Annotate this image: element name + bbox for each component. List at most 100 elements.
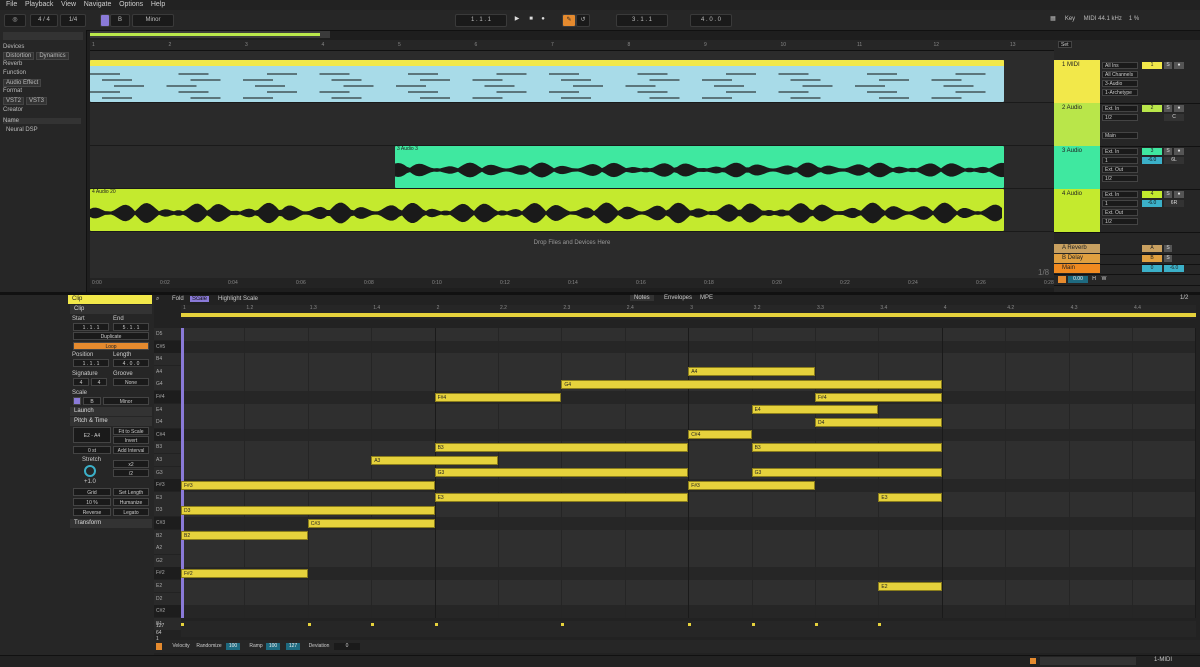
track-pan[interactable]: 6R: [1164, 200, 1184, 207]
piano-key[interactable]: G3: [154, 467, 181, 479]
track-output-channel[interactable]: 1/2: [1102, 175, 1138, 182]
record-arm-icon[interactable]: ●: [1174, 191, 1184, 198]
key-icon[interactable]: ▦: [1048, 14, 1058, 25]
midi-note[interactable]: F#2: [181, 569, 308, 578]
piano-key[interactable]: C#2: [154, 605, 181, 617]
humanize-button[interactable]: Humanize: [113, 498, 149, 506]
track-input[interactable]: All Ins: [1102, 62, 1138, 69]
transform-section[interactable]: Transform: [70, 519, 152, 528]
ramp-end[interactable]: 127: [286, 643, 300, 650]
velocity-marker[interactable]: [688, 623, 691, 626]
track-channel[interactable]: 1: [1102, 200, 1138, 207]
draw-mode-icon[interactable]: ✎: [562, 14, 576, 27]
piano-key[interactable]: B4: [154, 353, 181, 365]
metronome-icon[interactable]: ◎: [4, 14, 26, 27]
loop-length-display[interactable]: 4 . 0 . 0: [690, 14, 732, 27]
midi-label[interactable]: MIDI: [1082, 14, 1098, 25]
piano-keys[interactable]: D5C#5B4A4G4F#4E4D4C#4B3A3G3F#3E3D3C#3B2A…: [154, 328, 181, 618]
midi-note[interactable]: A4: [688, 367, 815, 376]
record-arm-icon[interactable]: ●: [1174, 148, 1184, 155]
clip-section[interactable]: Clip: [70, 305, 152, 314]
midi-note[interactable]: D3: [181, 506, 435, 515]
name-column-header[interactable]: Name: [3, 118, 81, 124]
audio-4-clip[interactable]: 4 Audio 20: [90, 189, 1004, 231]
groove-select[interactable]: None: [113, 378, 149, 386]
start-field[interactable]: 1 . 1 . 1: [73, 323, 109, 331]
time-ruler[interactable]: 0:000:020:040:060:080:100:120:140:160:18…: [90, 278, 1054, 288]
main-volume[interactable]: 0: [1142, 265, 1162, 272]
invert-button[interactable]: Invert: [113, 436, 149, 444]
midi-note[interactable]: C#3: [308, 519, 435, 528]
track-header[interactable]: 1 MIDI: [1054, 60, 1100, 103]
function-filter[interactable]: Function: [3, 70, 26, 76]
drop-zone[interactable]: Drop Files and Devices Here: [90, 232, 1054, 254]
piano-key[interactable]: F#2: [154, 567, 181, 579]
midi-note[interactable]: G4: [561, 380, 941, 389]
grid-quantization[interactable]: 1/2: [1180, 295, 1188, 301]
midi-note[interactable]: G3: [752, 468, 942, 477]
length-field[interactable]: 4 . 0 . 0: [113, 359, 149, 367]
clip-scale-mode[interactable]: Minor: [103, 397, 149, 405]
pitch-time-section[interactable]: Pitch & Time: [70, 417, 152, 426]
deviation-value[interactable]: 0: [334, 643, 360, 650]
legato-button[interactable]: Legato: [113, 508, 149, 516]
menu-help[interactable]: Help: [151, 0, 165, 10]
midi-note[interactable]: D4: [815, 418, 942, 427]
piano-key[interactable]: D3: [154, 504, 181, 516]
humanize-amount[interactable]: 10 %: [73, 498, 111, 506]
chip-audio-effect[interactable]: Audio Effect: [3, 79, 41, 87]
midi-note[interactable]: B2: [181, 531, 308, 540]
piano-key[interactable]: A2: [154, 542, 181, 554]
solo-icon[interactable]: S: [1164, 255, 1172, 262]
stretch-half-button[interactable]: /2: [113, 469, 149, 477]
scale-icon[interactable]: [73, 397, 81, 405]
overview-strip[interactable]: [90, 31, 330, 38]
menu-options[interactable]: Options: [119, 0, 143, 10]
tab-envelopes[interactable]: Envelopes: [660, 295, 696, 301]
tab-mpe[interactable]: MPE: [696, 295, 717, 301]
track-header[interactable]: 4 Audio: [1054, 189, 1100, 232]
piano-key[interactable]: B3: [154, 441, 181, 453]
piano-key[interactable]: C#3: [154, 517, 181, 529]
track-volume[interactable]: -6.0: [1142, 157, 1162, 164]
main-header[interactable]: Main: [1054, 264, 1100, 273]
return-header[interactable]: A Reverb: [1054, 244, 1100, 253]
clip-scale-root[interactable]: B: [83, 397, 101, 405]
position-display[interactable]: 1 . 1 . 1: [455, 14, 507, 27]
velocity-marker[interactable]: [371, 623, 374, 626]
track-number[interactable]: 2: [1142, 105, 1162, 112]
track-output-channel[interactable]: 1/2: [1102, 218, 1138, 225]
chip-distortion[interactable]: Distortion: [3, 52, 34, 60]
transpose-field[interactable]: 0 st: [73, 446, 111, 454]
creator-filter[interactable]: Creator: [3, 107, 23, 113]
piano-key[interactable]: C#4: [154, 429, 181, 441]
velocity-toggle-icon[interactable]: [156, 643, 162, 650]
velocity-marker[interactable]: [752, 623, 755, 626]
midi-note[interactable]: E4: [752, 405, 879, 414]
piano-key[interactable]: A4: [154, 366, 181, 378]
solo-icon[interactable]: S: [1164, 105, 1172, 112]
crossfader-icon[interactable]: [1058, 276, 1066, 283]
track-header[interactable]: 3 Audio: [1054, 146, 1100, 189]
velocity-marker[interactable]: [878, 623, 881, 626]
midi-note[interactable]: E3: [878, 493, 941, 502]
sig-numerator[interactable]: 4: [73, 378, 89, 386]
track-header[interactable]: 2 Audio: [1054, 103, 1100, 146]
browser-item[interactable]: Neural DSP: [6, 127, 38, 133]
reverb-filter[interactable]: Reverb: [3, 61, 22, 67]
menu-navigate[interactable]: Navigate: [84, 0, 112, 10]
solo-icon[interactable]: S: [1164, 245, 1172, 252]
piano-key[interactable]: G4: [154, 378, 181, 390]
randomize-value[interactable]: 100: [226, 643, 240, 650]
velocity-lane[interactable]: [181, 621, 1196, 637]
midi-note[interactable]: F#4: [815, 393, 942, 402]
midi-note[interactable]: A3: [371, 456, 498, 465]
scale-mode-select[interactable]: Minor: [132, 14, 174, 27]
piano-key[interactable]: G2: [154, 555, 181, 567]
menu-view[interactable]: View: [61, 0, 76, 10]
piano-key[interactable]: A3: [154, 454, 181, 466]
w-button[interactable]: W: [1100, 276, 1108, 283]
audio-3-clip[interactable]: 3 Audio 3: [395, 146, 1004, 188]
grid-select[interactable]: Grid: [73, 488, 111, 496]
chip-dynamics[interactable]: Dynamics: [36, 52, 68, 60]
